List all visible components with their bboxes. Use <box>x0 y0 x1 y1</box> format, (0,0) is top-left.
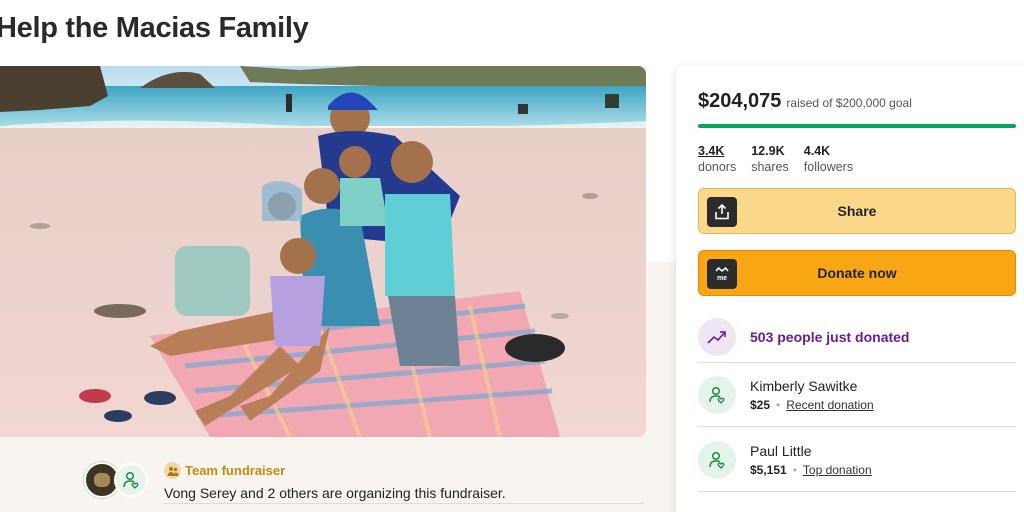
page-title: Help the Macias Family <box>0 12 309 44</box>
donor-meta: $25 • Recent donation <box>750 398 874 412</box>
donor-meta: $5,151 • Top donation <box>750 463 872 477</box>
donation-amount: $25 <box>750 397 771 412</box>
organizer-badge <box>114 463 148 497</box>
separator-dot: • <box>792 462 797 477</box>
share-label: Share <box>837 203 877 219</box>
donation-item: Paul Little $5,151 • Top donation <box>698 428 1016 492</box>
stat-followers-label: followers <box>803 160 854 174</box>
stat-shares-value: 12.9K <box>751 144 785 158</box>
donation-amount: $5,151 <box>750 462 787 477</box>
separator-dot: • <box>776 397 781 412</box>
family-beach-photo <box>0 66 646 437</box>
amount-row: $204,075 raised of $200,000 goal <box>698 90 912 113</box>
recent-donation-link[interactable]: Recent donation <box>786 398 873 412</box>
progress-bar <box>698 124 1016 128</box>
organizer-section: Team fundraiser Vong Serey and 2 others … <box>84 460 644 512</box>
donate-now-button[interactable]: me Donate now <box>698 250 1016 296</box>
goal-text: raised of $200,000 goal <box>786 96 912 110</box>
stat-followers: 4.4K followers <box>804 143 853 175</box>
hero-image[interactable] <box>0 66 646 437</box>
divider <box>164 503 644 504</box>
team-icon <box>164 462 181 479</box>
team-fundraiser-label: Team fundraiser <box>164 462 285 479</box>
trending-up-icon <box>698 317 736 356</box>
stat-donors-label: donors <box>698 160 737 174</box>
stat-donors-value[interactable]: 3.4K <box>698 143 736 159</box>
donor-name: Paul Little <box>750 442 812 459</box>
donor-info: Paul Little $5,151 • Top donation <box>750 443 872 477</box>
share-icon <box>707 197 737 227</box>
stat-followers-value: 4.4K <box>803 144 831 158</box>
organizer-text: Vong Serey and 2 others are organizing t… <box>164 485 506 501</box>
just-donated-row: 503 people just donated <box>698 311 1016 363</box>
donor-info: Kimberly Sawitke $25 • Recent donation <box>750 378 874 412</box>
just-donated-text: 503 people just donated <box>750 328 910 345</box>
team-label-text: Team fundraiser <box>185 463 286 478</box>
donation-item: Kimberly Sawitke $25 • Recent donation <box>698 363 1016 427</box>
share-button[interactable]: Share <box>698 188 1016 234</box>
progress-fill <box>698 124 1016 128</box>
svg-text:me: me <box>717 275 727 282</box>
stat-shares: 12.9K shares <box>751 143 789 175</box>
donor-heart-icon <box>698 375 736 414</box>
stat-donors[interactable]: 3.4K donors <box>698 143 736 175</box>
donation-panel: $204,075 raised of $200,000 goal 3.4K do… <box>676 66 1024 512</box>
donate-label: Donate now <box>817 265 897 281</box>
gofundme-logo-icon: me <box>707 259 737 289</box>
stat-shares-label: shares <box>751 160 789 174</box>
donor-heart-icon <box>698 440 736 479</box>
user-heart-icon <box>123 471 139 489</box>
amount-raised: $204,075 <box>698 90 782 112</box>
donor-name: Kimberly Sawitke <box>750 377 858 394</box>
top-donation-link[interactable]: Top donation <box>803 463 872 477</box>
stats: 3.4K donors 12.9K shares 4.4K followers <box>698 143 853 175</box>
